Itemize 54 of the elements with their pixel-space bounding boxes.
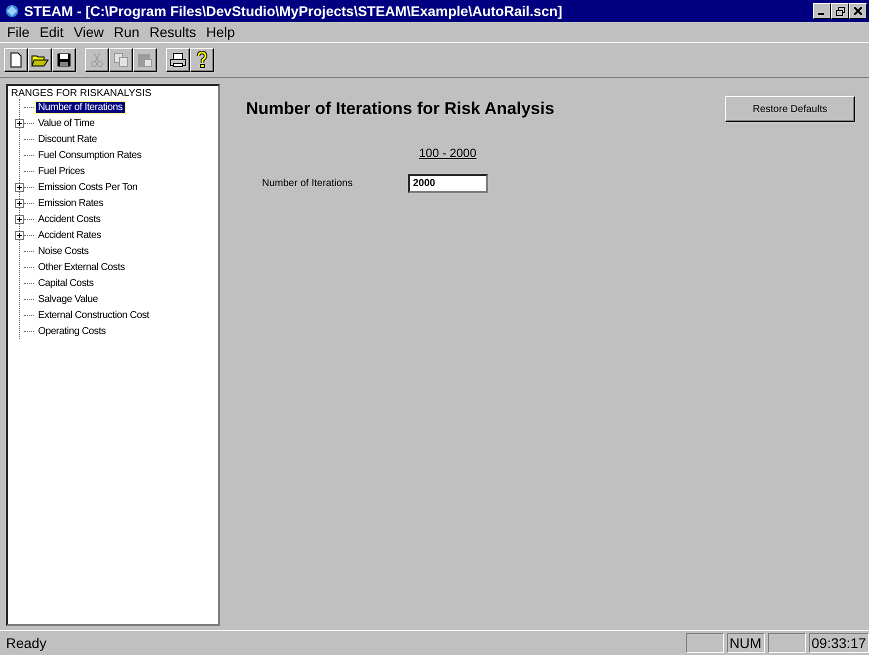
tree-item[interactable]: Other External Costs (36, 262, 127, 272)
help-button[interactable] (190, 48, 214, 72)
print-button[interactable] (166, 48, 190, 72)
status-clock: 09:33:17 (808, 633, 869, 653)
tree-item[interactable]: Salvage Value (36, 294, 100, 304)
tree-item[interactable]: Emission Costs Per Ton (36, 182, 140, 192)
scissors-icon (89, 52, 105, 68)
close-button[interactable] (849, 3, 867, 19)
tree-item[interactable]: Fuel Consumption Rates (36, 150, 144, 160)
expand-icon[interactable] (15, 198, 24, 208)
window-title: STEAM - [C:\Program Files\DevStudio\MyProjects\STEAM\Example\AutoRail.scn] (24, 3, 564, 19)
status-pane (686, 633, 724, 653)
menu-item[interactable]: Run (110, 24, 146, 40)
iterations-field[interactable]: 2000 (408, 174, 488, 193)
restore-button[interactable] (831, 3, 849, 19)
menu-item[interactable]: Help (203, 24, 242, 40)
question-mark-icon (196, 51, 208, 69)
expand-icon[interactable] (15, 182, 24, 192)
tree-item[interactable]: Value of Time (36, 118, 97, 128)
restore-defaults-button[interactable]: Restore Defaults (725, 96, 855, 122)
tree-root[interactable]: RANGES FOR RISKANALYSIS (10, 88, 216, 99)
range-label: 100 - 2000 (419, 146, 478, 160)
tree-item[interactable]: Emission Rates (36, 198, 106, 208)
tree-item[interactable]: External Construction Cost (36, 310, 152, 320)
menu-item[interactable]: Results (146, 24, 204, 40)
tree-item[interactable]: Operating Costs (36, 326, 108, 336)
save-button[interactable] (52, 48, 76, 72)
printer-icon (169, 52, 187, 68)
tree-item[interactable]: Number of Iterations (36, 102, 125, 112)
document-icon (8, 52, 24, 68)
tree-item[interactable]: Capital Costs (36, 278, 96, 288)
tree-item[interactable]: Noise Costs (36, 246, 91, 256)
new-button[interactable] (4, 48, 28, 72)
tree-item[interactable]: Fuel Prices (36, 166, 87, 176)
expand-icon[interactable] (15, 214, 24, 224)
menu-item[interactable]: File (4, 24, 37, 40)
open-button[interactable] (28, 48, 52, 72)
close-icon (854, 7, 862, 15)
app-icon (4, 3, 20, 19)
expand-icon[interactable] (15, 118, 24, 128)
tree-item[interactable]: Discount Rate (36, 134, 99, 144)
menu-item[interactable]: Edit (36, 24, 71, 40)
status-pane (768, 633, 806, 653)
minimize-button[interactable] (813, 3, 831, 19)
panel-heading: Number of Iterations for Risk Analysis (246, 99, 554, 119)
status-message: Ready (6, 635, 48, 651)
tree-item[interactable]: Accident Costs (36, 214, 102, 224)
tree-item[interactable]: Accident Rates (36, 230, 104, 240)
field-label: Number of Iterations (262, 178, 354, 189)
menu-item[interactable]: View (70, 24, 111, 40)
copy-icon (113, 52, 129, 68)
restore-icon (836, 6, 844, 16)
num-lock-indicator: NUM (726, 633, 764, 653)
expand-icon[interactable] (15, 230, 24, 240)
